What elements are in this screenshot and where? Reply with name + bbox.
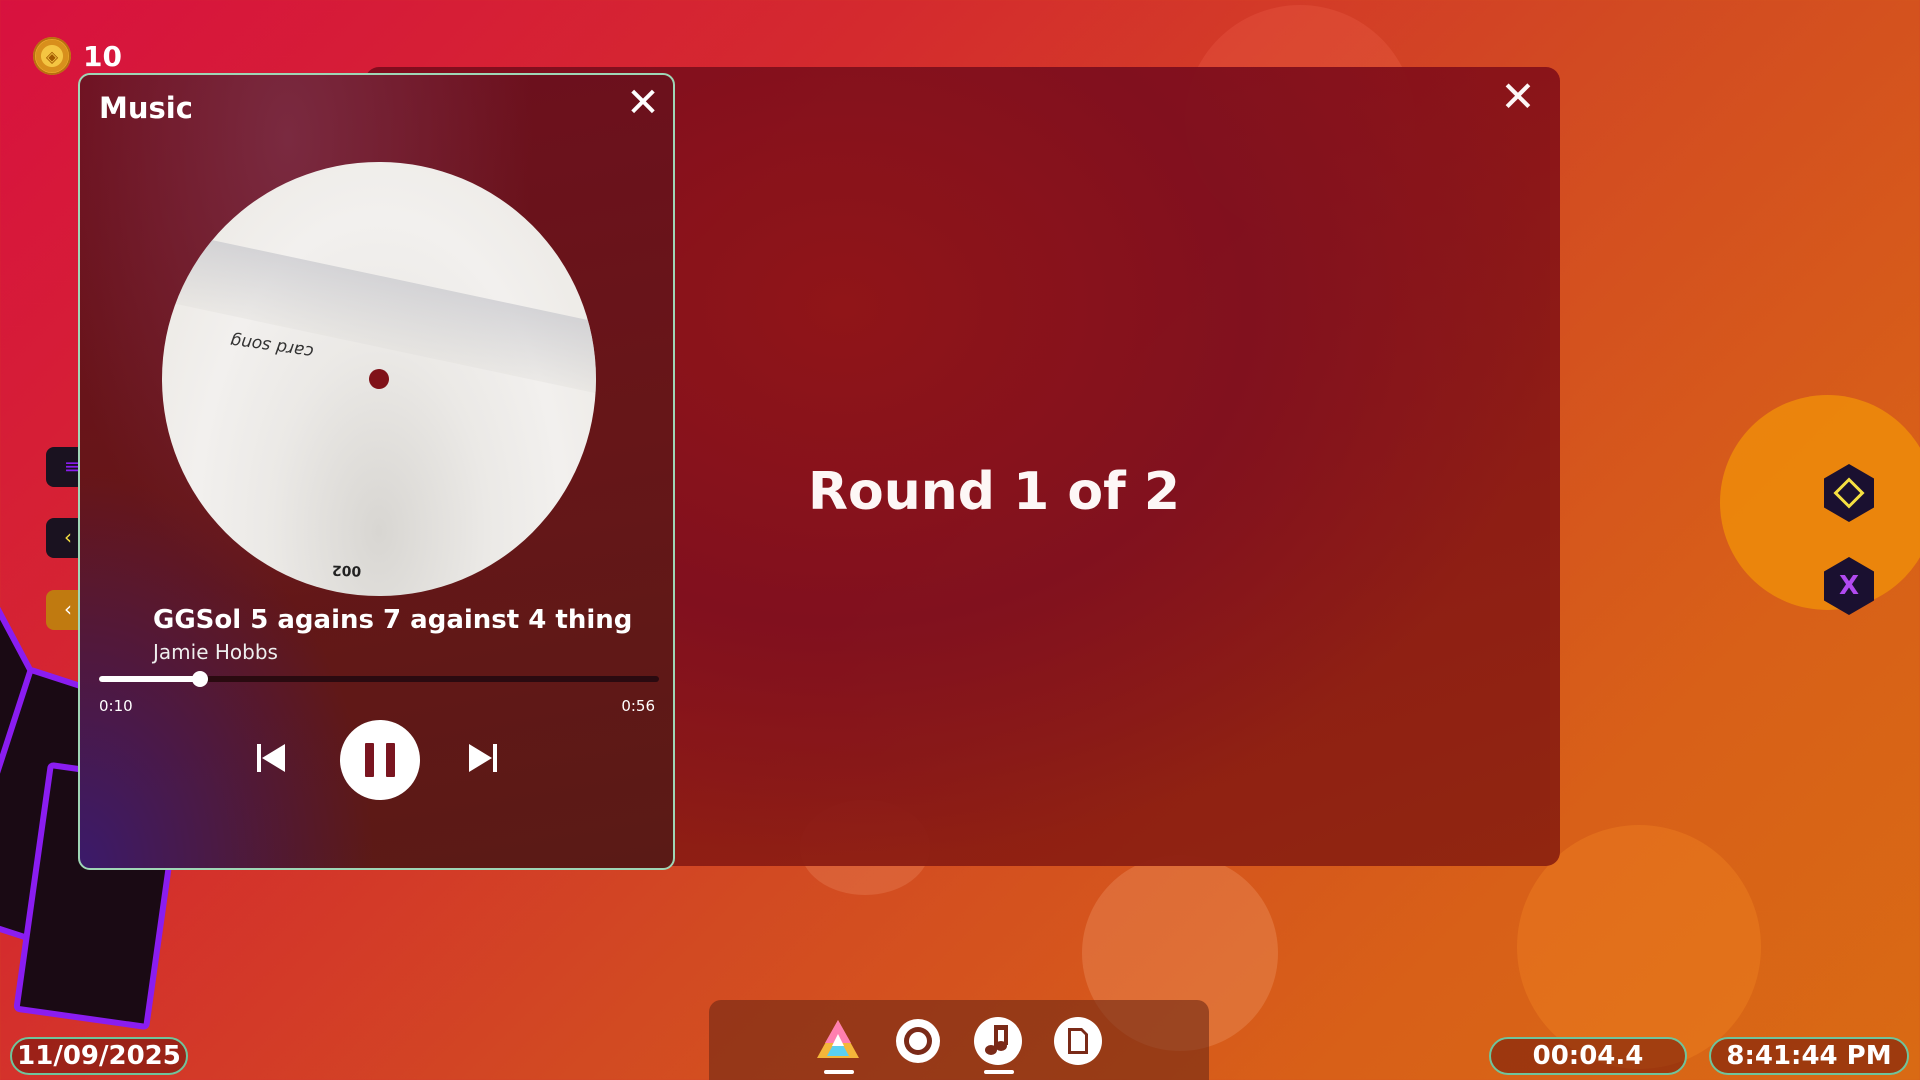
pause-icon <box>365 743 374 777</box>
dock-item-cards[interactable] <box>1053 1016 1103 1066</box>
album-disc: card song 002 <box>162 162 596 596</box>
total-time: 0:56 <box>621 697 655 715</box>
dock-item-music[interactable] <box>973 1016 1023 1066</box>
album-label: card song <box>229 330 315 362</box>
clock-display: 8:41:44 PM <box>1709 1037 1909 1075</box>
disc-center <box>369 369 389 389</box>
close-icon[interactable]: ✕ <box>623 83 663 123</box>
music-title: Music <box>99 91 193 125</box>
skip-back-icon <box>257 744 285 772</box>
dock-item-settings[interactable] <box>893 1016 943 1066</box>
gear-icon <box>896 1019 940 1063</box>
album-number: 002 <box>331 561 362 579</box>
track-artist: Jamie Hobbs <box>153 640 278 664</box>
current-time: 0:10 <box>99 697 133 715</box>
date-display: 11/09/2025 <box>10 1037 188 1075</box>
cards-icon <box>1054 1017 1102 1065</box>
x-icon: X <box>1838 571 1860 601</box>
next-track-button[interactable] <box>465 740 501 780</box>
round-title: Round 1 of 2 <box>808 462 1181 522</box>
skip-forward-icon <box>469 744 497 772</box>
coin-count: 10 <box>83 39 122 73</box>
diamond-icon <box>1833 477 1865 509</box>
dock-active-indicator <box>984 1070 1014 1074</box>
previous-track-button[interactable] <box>253 740 289 780</box>
dock-active-indicator <box>824 1070 854 1074</box>
close-icon[interactable]: ✕ <box>1498 76 1538 118</box>
coin-icon: ◈ <box>33 37 71 75</box>
bottom-dock <box>709 1000 1209 1080</box>
progress-fill <box>99 676 200 682</box>
dock-item-prism[interactable] <box>813 1016 863 1066</box>
coin-counter: ◈ 10 <box>33 37 122 75</box>
prism-icon <box>817 1020 859 1058</box>
track-title: GGSol 5 agains 7 against 4 thing <box>153 605 633 635</box>
progress-handle[interactable] <box>191 671 208 687</box>
round-timer: 00:04.4 <box>1489 1037 1687 1075</box>
music-player-panel: Music ✕ card song 002 GGSol 5 agains 7 a… <box>78 73 675 870</box>
pause-button[interactable] <box>340 720 420 800</box>
progress-bar[interactable] <box>99 671 659 687</box>
background-bubble <box>1720 395 1920 610</box>
music-note-icon <box>974 1017 1022 1065</box>
